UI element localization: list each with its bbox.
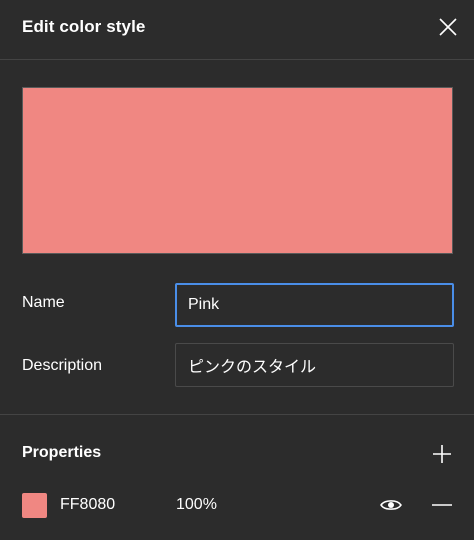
hex-value[interactable]: FF8080 — [60, 496, 115, 514]
plus-icon — [433, 445, 451, 463]
dialog-header: Edit color style — [0, 0, 474, 60]
add-property-button[interactable] — [432, 444, 452, 464]
color-swatch[interactable] — [22, 493, 47, 518]
name-input[interactable] — [175, 283, 454, 327]
opacity-value[interactable]: 100% — [176, 496, 217, 514]
minus-icon — [432, 504, 452, 506]
property-row: FF8080 100% — [0, 489, 474, 521]
dialog-title: Edit color style — [22, 17, 146, 36]
description-input[interactable] — [175, 343, 454, 387]
eye-icon — [380, 500, 402, 510]
name-label: Name — [22, 294, 65, 311]
close-icon — [439, 18, 457, 36]
section-divider — [0, 414, 474, 415]
color-preview — [22, 87, 453, 254]
description-label: Description — [22, 357, 103, 374]
properties-title: Properties — [22, 444, 102, 461]
remove-property-button[interactable] — [431, 494, 453, 516]
close-button[interactable] — [438, 17, 458, 37]
visibility-toggle-button[interactable] — [379, 494, 403, 516]
